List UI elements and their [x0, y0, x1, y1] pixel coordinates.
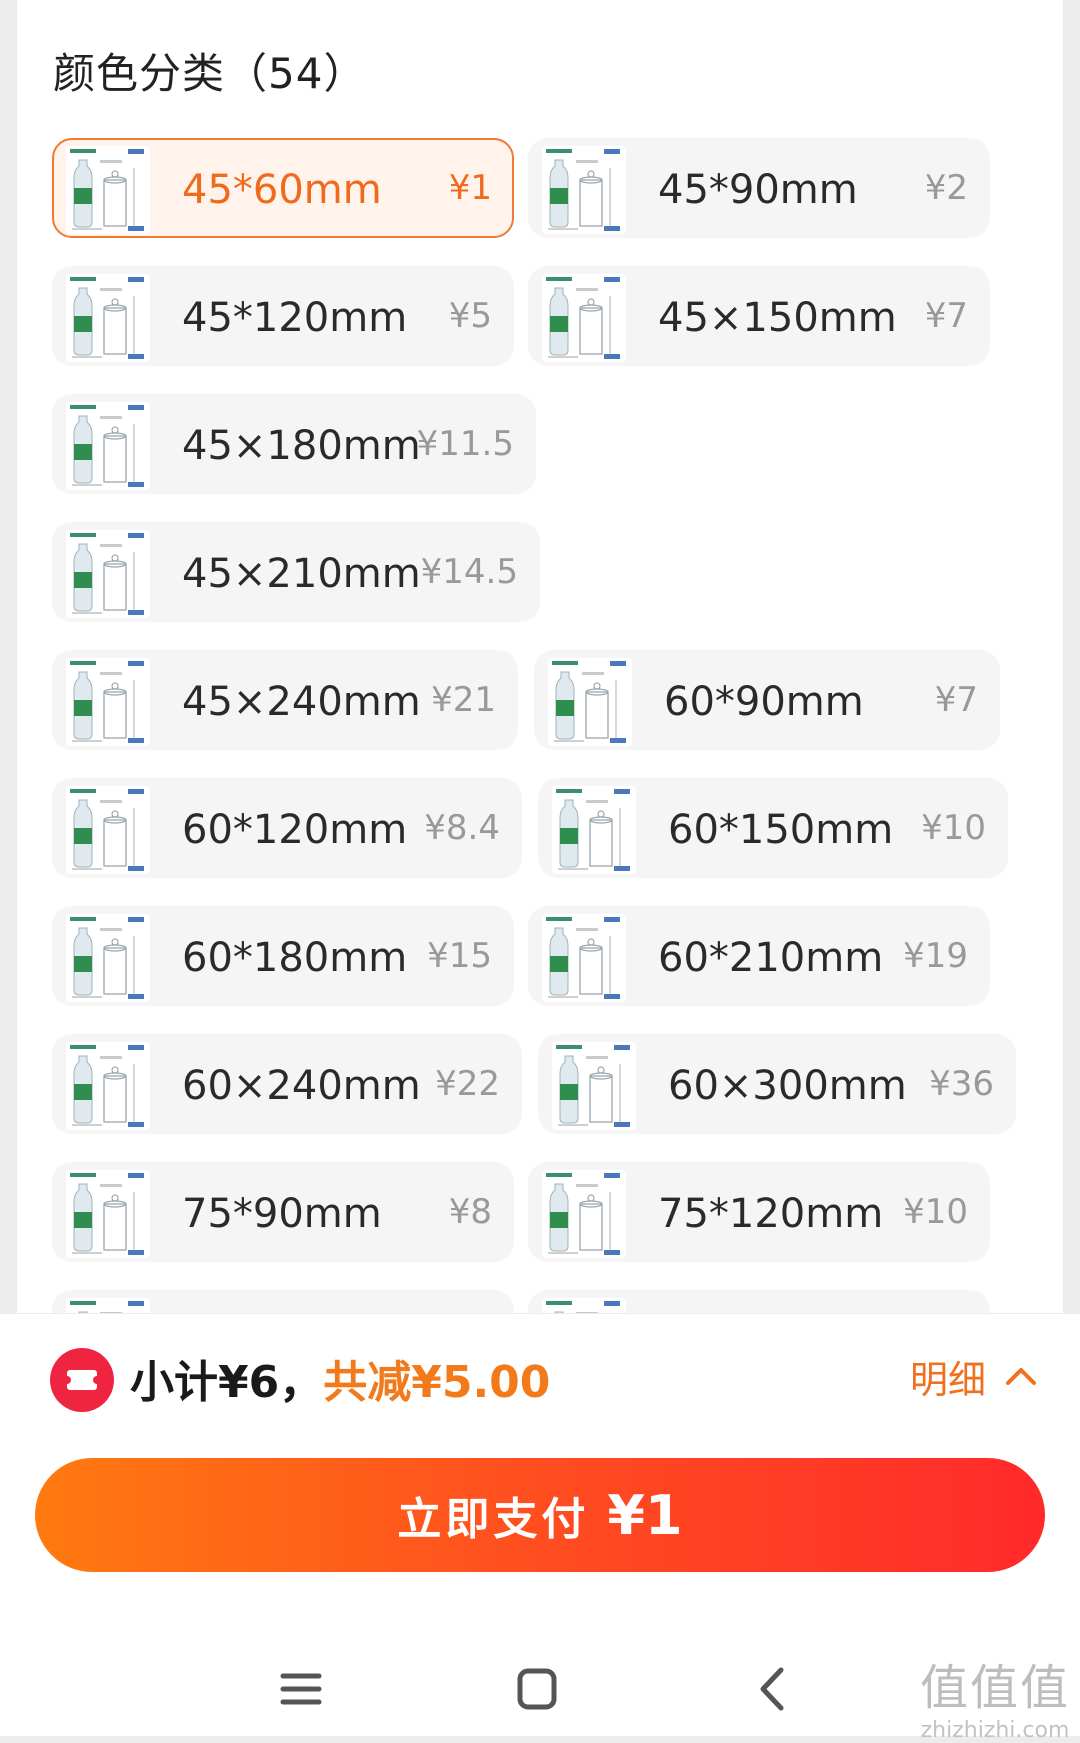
sku-name: 45*90mm	[658, 167, 858, 213]
subtotal-text: 小计¥6，共减¥5.00	[130, 1346, 550, 1410]
detail-label: 明细	[909, 1357, 986, 1402]
product-thumbnail	[542, 146, 626, 234]
sku-price: ¥14.5	[420, 552, 518, 592]
sku-option[interactable]: 60×240mm ¥22	[52, 1034, 522, 1134]
sku-option[interactable]: 60×300mm ¥36	[538, 1034, 1016, 1134]
sku-price: ¥19	[903, 936, 968, 976]
product-thumbnail	[66, 530, 150, 618]
checkout-bar: 小计¥6，共减¥5.00 明细 立即支付 ¥1	[0, 1313, 1080, 1736]
sku-price: ¥1	[448, 168, 492, 208]
product-thumbnail	[66, 146, 150, 234]
sku-price: ¥2	[924, 168, 968, 208]
product-thumbnail	[548, 658, 632, 746]
sku-name: 45×210mm	[182, 551, 421, 597]
pay-now-button[interactable]: 立即支付 ¥1	[35, 1458, 1045, 1572]
sku-option[interactable]: 75*120mm ¥10	[528, 1162, 990, 1262]
sku-option[interactable]: 45×180mm ¥11.5	[52, 394, 536, 494]
sku-price: ¥8.4	[424, 808, 500, 848]
sku-option[interactable]: 45*90mm ¥2	[528, 138, 990, 238]
sku-option[interactable]: 45*120mm ¥5	[52, 266, 514, 366]
sku-option[interactable]: 45×150mm ¥7	[528, 266, 990, 366]
back-icon[interactable]	[737, 1654, 807, 1724]
sku-price: ¥8	[448, 1192, 492, 1232]
product-thumbnail	[542, 914, 626, 1002]
product-thumbnail	[66, 402, 150, 490]
sku-price: ¥22	[435, 1064, 500, 1104]
watermark: 值值值 zhizhizhi.com	[920, 1648, 1070, 1743]
product-thumbnail	[552, 1042, 636, 1130]
sku-name: 60*150mm	[668, 807, 894, 853]
sku-option[interactable]: 75*90mm ¥8	[52, 1162, 514, 1262]
product-thumbnail	[66, 274, 150, 362]
sku-name: 45*60mm	[182, 167, 382, 213]
chevron-up-icon	[1006, 1368, 1036, 1385]
sku-name: 75*90mm	[182, 1191, 382, 1237]
sku-name: 45×180mm	[182, 423, 421, 469]
sku-name: 45*120mm	[182, 295, 408, 341]
sku-price: ¥7	[924, 296, 968, 336]
watermark-logo: 值值值	[919, 1660, 1070, 1716]
sku-name: 75*120mm	[658, 1191, 884, 1237]
product-thumbnail	[542, 274, 626, 362]
sku-option[interactable]: 45*60mm ¥1	[52, 138, 514, 238]
sku-option[interactable]: 45×210mm ¥14.5	[52, 522, 540, 622]
product-thumbnail	[542, 1170, 626, 1258]
sku-option[interactable]: 60*120mm ¥8.4	[52, 778, 522, 878]
product-thumbnail	[66, 914, 150, 1002]
sku-name: 60*180mm	[182, 935, 408, 981]
product-thumbnail	[66, 1170, 150, 1258]
home-icon[interactable]	[502, 1654, 572, 1724]
section-title: 颜色分类（54）	[53, 49, 367, 98]
sku-name: 45×150mm	[658, 295, 897, 341]
pay-label: 立即支付	[397, 1494, 590, 1545]
sku-name: 60*210mm	[658, 935, 884, 981]
product-thumbnail	[552, 786, 636, 874]
sku-name: 60*90mm	[664, 679, 864, 725]
sku-price: ¥36	[929, 1064, 994, 1104]
sku-price: ¥15	[427, 936, 492, 976]
system-navbar	[0, 1644, 1080, 1736]
product-thumbnail	[66, 1042, 150, 1130]
detail-button[interactable]: 明细	[910, 1344, 1038, 1408]
sku-price: ¥7	[934, 680, 978, 720]
sku-name: 45×240mm	[182, 679, 421, 725]
sku-price: ¥10	[921, 808, 986, 848]
sku-option[interactable]: 60*180mm ¥15	[52, 906, 514, 1006]
product-thumbnail	[66, 786, 150, 874]
sku-price: ¥11.5	[416, 424, 514, 464]
coupon-icon	[50, 1348, 114, 1412]
sku-price: ¥21	[431, 680, 496, 720]
sku-option[interactable]: 60*90mm ¥7	[534, 650, 1000, 750]
sku-option[interactable]: 45×240mm ¥21	[52, 650, 518, 750]
sku-name: 60×300mm	[668, 1063, 907, 1109]
sku-name: 60×240mm	[182, 1063, 421, 1109]
sku-name: 60*120mm	[182, 807, 408, 853]
subtotal-amount: 小计¥6，	[130, 1357, 324, 1408]
product-thumbnail	[66, 658, 150, 746]
discount-amount: 共减¥5.00	[323, 1357, 551, 1408]
pay-amount: ¥1	[607, 1483, 683, 1547]
sku-option[interactable]: 60*210mm ¥19	[528, 906, 990, 1006]
sku-price: ¥5	[448, 296, 492, 336]
sku-sheet: 颜色分类（54） 45*60mm ¥1 45*90mm ¥2 45*120mm ¥5 45×…	[17, 0, 1063, 1320]
sku-option[interactable]: 60*150mm ¥10	[538, 778, 1008, 878]
menu-icon[interactable]	[266, 1654, 336, 1724]
watermark-url: zhizhizhi.com	[920, 1718, 1070, 1743]
sku-price: ¥10	[903, 1192, 968, 1232]
